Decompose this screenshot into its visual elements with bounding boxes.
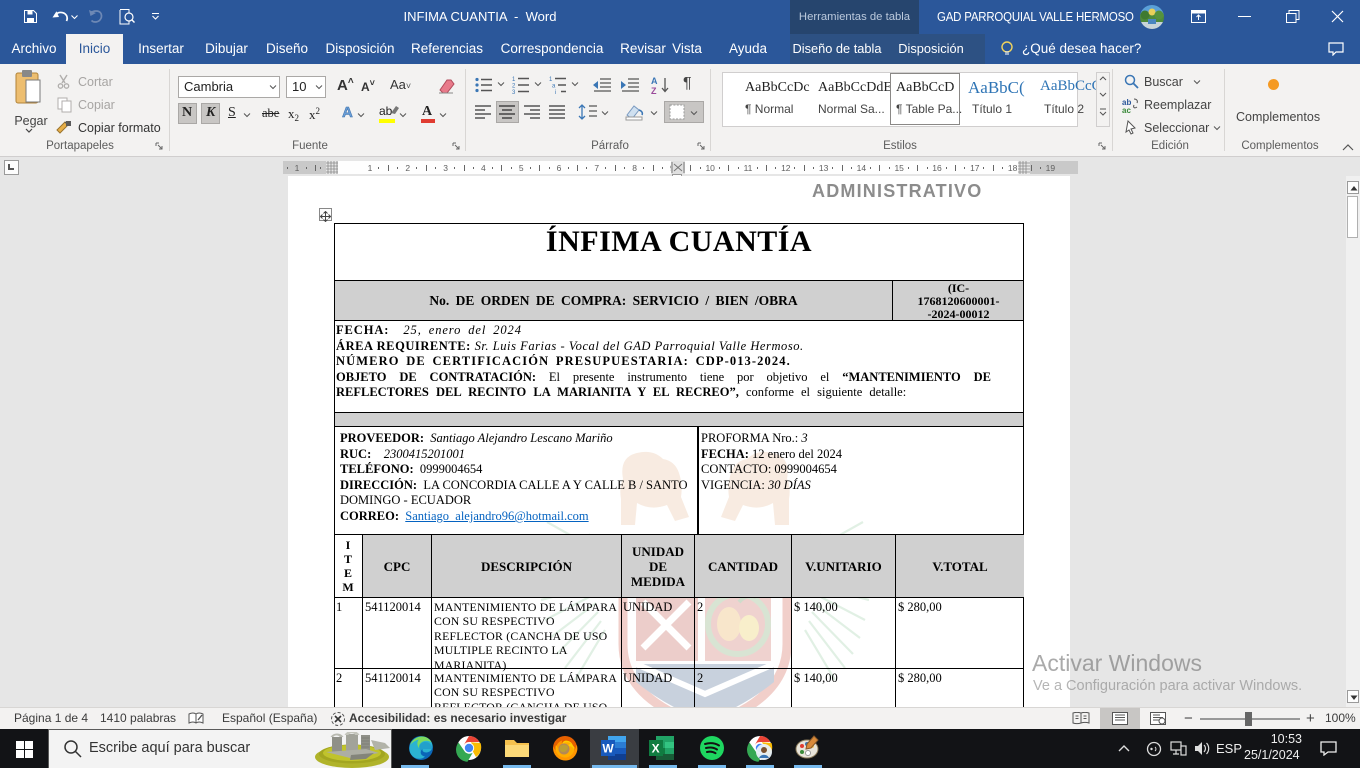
svg-text:i: i	[555, 90, 556, 94]
svg-text:Z: Z	[651, 86, 657, 95]
svg-text:2: 2	[512, 84, 516, 90]
svg-text:1: 1	[512, 77, 516, 83]
svg-text:a: a	[552, 84, 556, 90]
svg-text:X: X	[652, 742, 660, 756]
svg-text:W: W	[602, 742, 614, 756]
svg-text:3: 3	[512, 90, 516, 94]
svg-text:ac: ac	[1122, 106, 1131, 113]
svg-text:1: 1	[549, 77, 553, 83]
svg-text:A: A	[651, 76, 658, 86]
